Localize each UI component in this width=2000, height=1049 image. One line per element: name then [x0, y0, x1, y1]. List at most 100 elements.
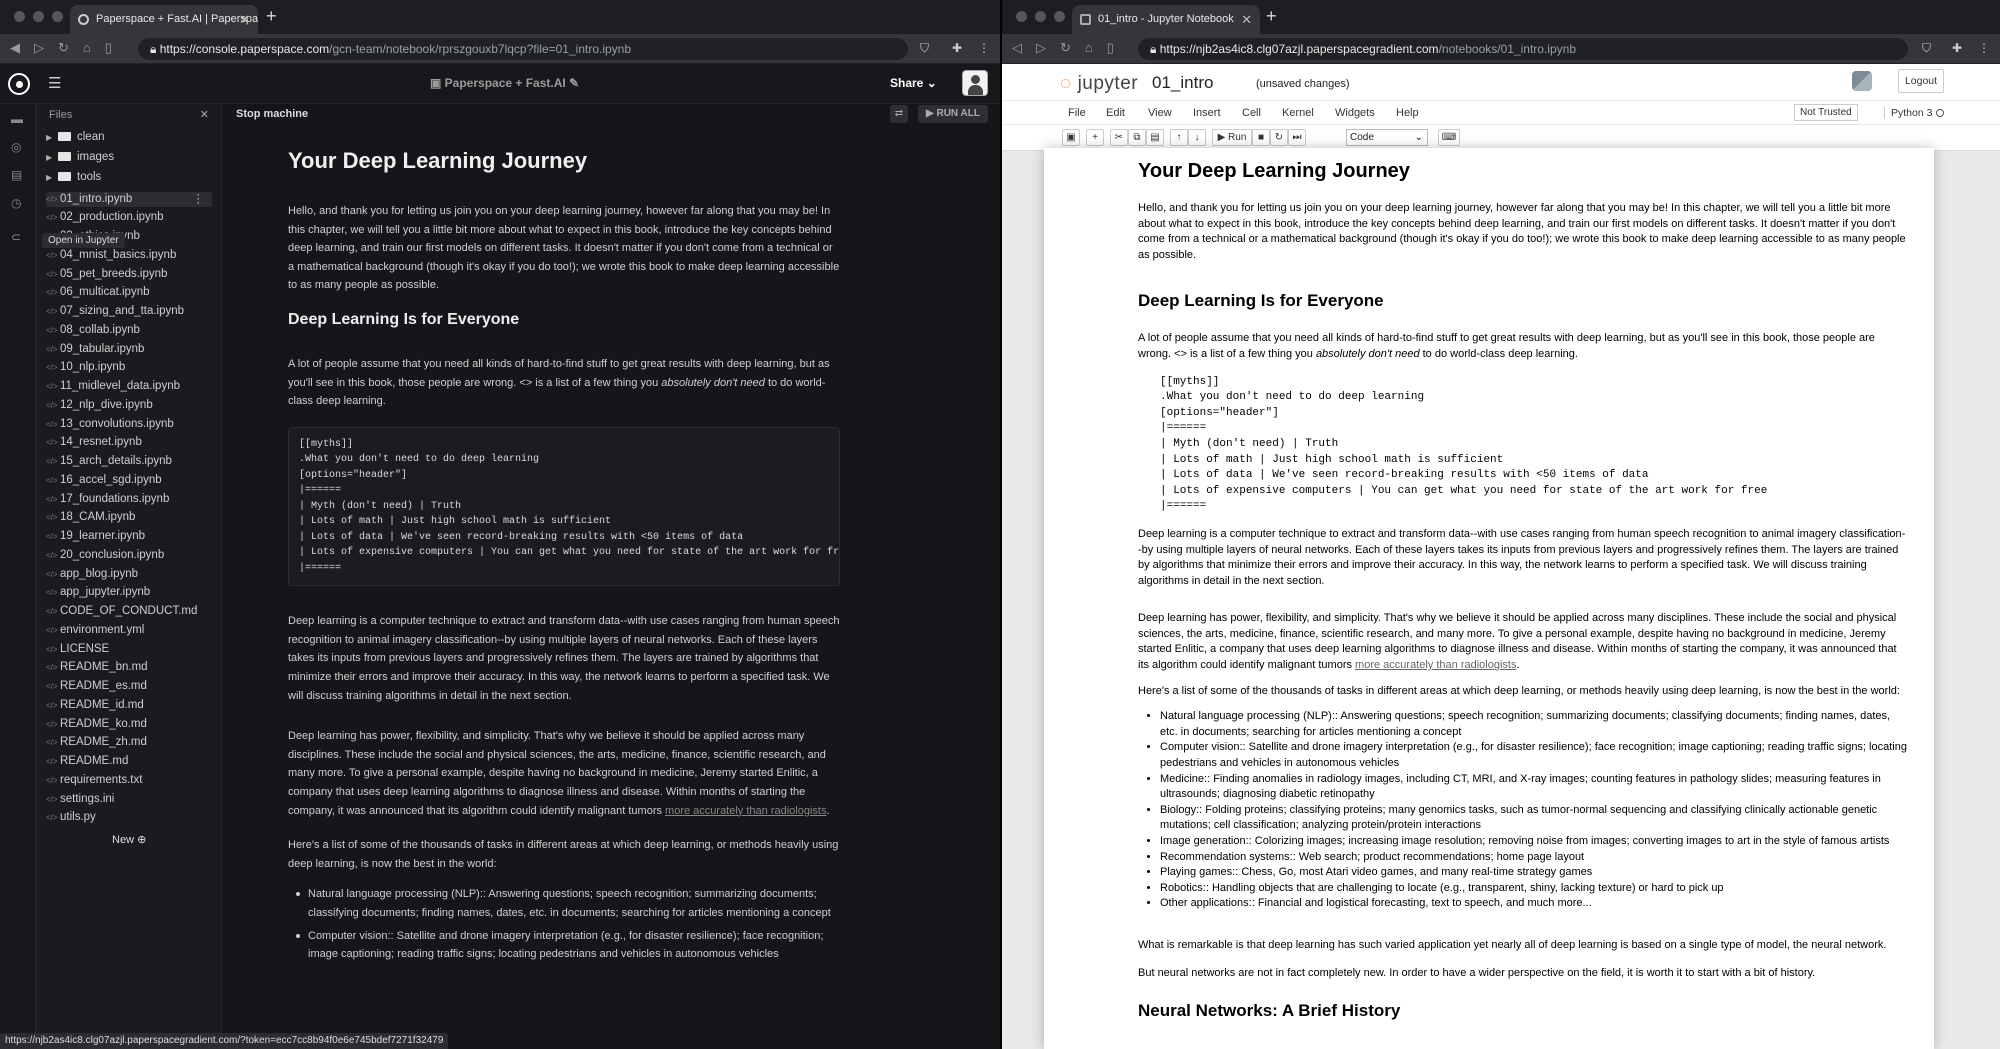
jupyter-icon[interactable]: ⊂ [11, 230, 21, 244]
back-icon[interactable]: ◁ [1012, 40, 1022, 56]
extensions-icon[interactable]: ✚ [952, 41, 962, 55]
share-button[interactable]: Share ⌄ [890, 76, 937, 90]
file-item[interactable]: </> README_zh.md [46, 735, 212, 750]
window-controls[interactable] [14, 11, 63, 22]
add-cell-icon[interactable]: + [1086, 129, 1104, 146]
reload-icon[interactable]: ↻ [1060, 40, 1071, 56]
paste-icon[interactable]: ▤ [1146, 129, 1164, 146]
paperspace-logo-icon[interactable] [8, 73, 30, 95]
forward-icon[interactable]: ▷ [34, 40, 44, 56]
edit-icon[interactable]: ✎ [569, 76, 579, 90]
file-item[interactable]: </> LICENSE [46, 642, 212, 657]
move-up-icon[interactable]: ↑ [1170, 129, 1188, 146]
run-all-button[interactable]: ▶ RUN ALL [918, 105, 988, 123]
folder-item[interactable]: ▶ clean [46, 130, 212, 145]
stop-icon[interactable]: ■ [1252, 129, 1270, 146]
file-item[interactable]: </> README_ko.md [46, 717, 212, 732]
extensions-icon[interactable]: ✚ [1952, 41, 1962, 55]
bookmark-icon[interactable]: ▯ [105, 40, 112, 56]
menu-edit[interactable]: Edit [1106, 107, 1125, 119]
file-item[interactable]: </> 04_mnist_basics.ipynb [46, 248, 212, 263]
folder-icon[interactable]: ▬ [11, 112, 23, 126]
not-trusted-badge[interactable]: Not Trusted [1794, 104, 1858, 121]
shield-icon[interactable]: ⛉ [920, 41, 929, 56]
file-item[interactable]: </> 08_collab.ipynb [46, 323, 212, 338]
restart-icon[interactable]: ↻ [1270, 129, 1288, 146]
menu-cell[interactable]: Cell [1242, 107, 1261, 119]
file-item[interactable]: </> 06_multicat.ipynb [46, 285, 212, 300]
url-field[interactable]: 🔒︎ https://console.paperspace.com/gcn-te… [138, 38, 908, 60]
file-item[interactable]: </> requirements.txt [46, 773, 212, 788]
menu-icon[interactable]: ⋮ [978, 41, 990, 55]
window-controls[interactable] [1016, 11, 1065, 22]
move-down-icon[interactable]: ↓ [1188, 129, 1206, 146]
avatar[interactable] [962, 70, 988, 96]
browser-tab[interactable]: Paperspace + Fast.AI | Paperspace ✕ [70, 5, 258, 34]
keyboard-icon[interactable]: ⌨ [1438, 129, 1460, 146]
file-item[interactable]: </> 11_midlevel_data.ipynb [46, 379, 212, 394]
notebook-name[interactable]: 01_intro [1152, 73, 1213, 93]
file-item[interactable]: </> 17_foundations.ipynb [46, 492, 212, 507]
cut-icon[interactable]: ✂ [1110, 129, 1128, 146]
menu-help[interactable]: Help [1396, 107, 1419, 119]
file-item[interactable]: </> environment.yml [46, 623, 212, 638]
run-button[interactable]: ▶ Run [1212, 129, 1252, 146]
jupyter-logo[interactable]: ◌ jupyter [1060, 73, 1138, 95]
file-item[interactable]: </> 01_intro.ipynb ⋮ [46, 191, 212, 207]
folder-item[interactable]: ▶ tools [46, 170, 212, 185]
menu-file[interactable]: File [1068, 107, 1086, 119]
close-tab-icon[interactable]: ✕ [1241, 5, 1252, 34]
file-item[interactable]: </> README_bn.md [46, 660, 212, 675]
file-item[interactable]: </> 05_pet_breeds.ipynb [46, 267, 212, 282]
file-item[interactable]: </> 15_arch_details.ipynb [46, 454, 212, 469]
logout-button[interactable]: Logout [1898, 69, 1944, 93]
file-item[interactable]: </> 07_sizing_and_tta.ipynb [46, 304, 212, 319]
radiologists-link[interactable]: more accurately than radiologists [665, 805, 826, 817]
file-item[interactable]: </> 02_production.ipynb [46, 210, 212, 225]
file-item[interactable]: </> 16_accel_sgd.ipynb [46, 473, 212, 488]
reload-icon[interactable]: ↻ [58, 40, 69, 56]
file-item[interactable]: </> README_id.md [46, 698, 212, 713]
more-icon[interactable]: ⋮ [193, 192, 205, 207]
forward-icon[interactable]: ▷ [1036, 40, 1046, 56]
stop-machine-button[interactable]: Stop machine [236, 108, 308, 120]
url-field[interactable]: 🔒︎ https://njb2as4ic8.clg07azjl.paperspa… [1138, 38, 1908, 60]
folder-item[interactable]: ▶ images [46, 150, 212, 165]
bookmark-icon[interactable]: ▯ [1107, 40, 1114, 56]
file-item[interactable]: </> 13_convolutions.ipynb [46, 417, 212, 432]
file-item[interactable]: </> 10_nlp.ipynb [46, 360, 212, 375]
close-icon[interactable]: ✕ [200, 104, 209, 126]
new-tab-icon[interactable]: + [1266, 6, 1277, 27]
file-item[interactable]: </> 12_nlp_dive.ipynb [46, 398, 212, 413]
file-item[interactable]: </> 20_conclusion.ipynb [46, 548, 212, 563]
clock-icon[interactable]: ◷ [11, 196, 21, 210]
hamburger-icon[interactable]: ☰ [48, 74, 61, 92]
document-icon[interactable]: ▤ [11, 168, 22, 182]
menu-icon[interactable]: ⋮ [1978, 41, 1990, 55]
new-file-button[interactable]: New ⊕ [112, 833, 146, 846]
compass-icon[interactable]: ◎ [11, 140, 21, 154]
menu-kernel[interactable]: Kernel [1282, 107, 1314, 119]
radiologists-link[interactable]: more accurately than radiologists [1355, 659, 1516, 671]
menu-insert[interactable]: Insert [1193, 107, 1221, 119]
file-item[interactable]: </> README_es.md [46, 679, 212, 694]
back-icon[interactable]: ◀ [10, 40, 20, 56]
copy-icon[interactable]: ⧉ [1128, 129, 1146, 146]
browser-tab[interactable]: 01_intro - Jupyter Notebook ✕ [1072, 5, 1260, 34]
code-cell[interactable]: [[myths]] .What you don't need to do dee… [288, 426, 840, 587]
close-tab-icon[interactable]: ✕ [239, 5, 250, 34]
file-item[interactable]: </> 09_tabular.ipynb [46, 342, 212, 357]
menu-widgets[interactable]: Widgets [1335, 107, 1375, 119]
shield-icon[interactable]: ⛉ [1922, 41, 1931, 56]
cell-type-select[interactable]: Code ⌄ [1346, 129, 1428, 146]
new-tab-icon[interactable]: + [266, 6, 277, 27]
save-icon[interactable]: ▣ [1062, 129, 1080, 146]
sync-icon[interactable]: ⇄ [890, 105, 908, 123]
home-icon[interactable]: ⌂ [83, 40, 91, 56]
file-item[interactable]: </> app_blog.ipynb [46, 567, 212, 582]
file-item[interactable]: </> 14_resnet.ipynb [46, 435, 212, 450]
file-item[interactable]: </> app_jupyter.ipynb [46, 585, 212, 600]
menu-view[interactable]: View [1148, 107, 1172, 119]
fast-forward-icon[interactable]: ⏭ [1288, 129, 1306, 146]
file-item[interactable]: </> CODE_OF_CONDUCT.md [46, 604, 212, 619]
